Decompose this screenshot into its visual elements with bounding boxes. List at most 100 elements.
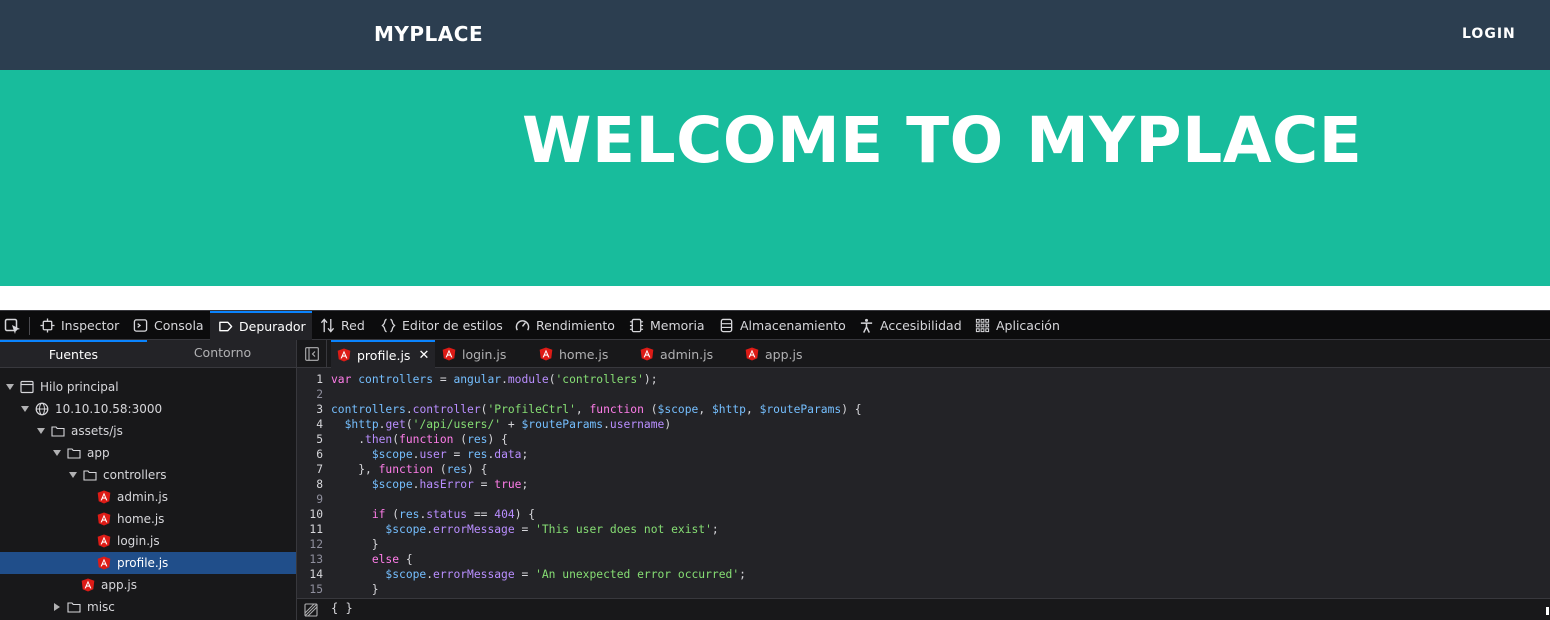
expand-arrow-icon[interactable]: [67, 469, 79, 481]
tree-node-controllers[interactable]: controllers: [0, 464, 296, 486]
code-line[interactable]: 5 .then(function (res) {: [297, 432, 1550, 447]
line-number[interactable]: 11: [297, 522, 323, 537]
code-token: (: [453, 433, 468, 446]
code-line[interactable]: 13 else {: [297, 552, 1550, 567]
file-tab-label: app.js: [765, 346, 803, 362]
code-line[interactable]: 8 $scope.hasError = true;: [297, 477, 1550, 492]
tab-inspector[interactable]: Inspector: [32, 311, 127, 340]
tree-node-assets-js[interactable]: assets/js: [0, 420, 296, 442]
line-number[interactable]: 2: [297, 387, 323, 402]
tree-node-misc[interactable]: misc: [0, 596, 296, 618]
code-line[interactable]: 12 }: [297, 537, 1550, 552]
code-text: }, function (res) {: [331, 462, 487, 477]
pretty-print-button[interactable]: { }: [331, 601, 353, 615]
hero-banner: WELCOME TO MYPLACE: [0, 70, 1550, 286]
line-number[interactable]: 1: [297, 372, 323, 387]
code-line[interactable]: 6 $scope.user = res.data;: [297, 447, 1550, 462]
line-number[interactable]: 7: [297, 462, 323, 477]
code-line[interactable]: 2: [297, 387, 1550, 402]
expand-arrow-icon[interactable]: [35, 425, 47, 437]
tab-outline[interactable]: Contorno: [149, 340, 296, 368]
element-picker-icon[interactable]: [4, 318, 22, 334]
tab-memory[interactable]: Memoria: [621, 311, 713, 340]
tab-performance[interactable]: Rendimiento: [507, 311, 623, 340]
line-number[interactable]: 12: [297, 537, 323, 552]
tree-node-main-thread[interactable]: Hilo principal: [0, 376, 296, 398]
tab-application[interactable]: Aplicación: [967, 311, 1068, 340]
tree-node-login-js[interactable]: login.js: [0, 530, 296, 552]
code-token: (: [548, 373, 556, 386]
tab-label: Inspector: [61, 318, 120, 333]
file-tab-home-js[interactable]: home.js: [533, 340, 614, 368]
code-line[interactable]: 9: [297, 492, 1550, 507]
code-token: ) {: [487, 433, 508, 446]
code-line[interactable]: 7 }, function (res) {: [297, 462, 1550, 477]
angular-file-icon: [442, 347, 456, 361]
tree-node-admin-js[interactable]: admin.js: [0, 486, 296, 508]
console-icon: [133, 319, 148, 332]
code-line[interactable]: 14 $scope.errorMessage = 'An unexpected …: [297, 567, 1550, 582]
line-number[interactable]: 3: [297, 402, 323, 417]
tree-node-profile-js[interactable]: profile.js: [0, 552, 296, 574]
tree-node-app[interactable]: app: [0, 442, 296, 464]
source-editor: profile.js ✕ login.js home.js admin.js a…: [297, 340, 1550, 620]
line-number[interactable]: 10: [297, 507, 323, 522]
collapse-arrow-icon[interactable]: [51, 601, 63, 613]
tab-storage[interactable]: Almacenamiento: [711, 311, 854, 340]
code-token: res: [446, 463, 468, 476]
code-token: res: [467, 448, 488, 461]
tab-debugger[interactable]: Depurador: [210, 311, 312, 340]
toggle-sidebar-icon[interactable]: [305, 347, 319, 361]
close-icon[interactable]: ✕: [418, 348, 429, 363]
line-number[interactable]: 13: [297, 552, 323, 567]
line-number[interactable]: 14: [297, 567, 323, 582]
tree-node-home-js[interactable]: home.js: [0, 508, 296, 530]
code-token: 404: [494, 508, 515, 521]
tab-accessibility[interactable]: Accesibilidad: [851, 311, 970, 340]
code-token: $scope: [371, 448, 413, 461]
expand-arrow-icon[interactable]: [19, 403, 31, 415]
line-number[interactable]: 4: [297, 417, 323, 432]
file-tab-login-js[interactable]: login.js: [436, 340, 512, 368]
tree-node-host[interactable]: 10.10.10.58:3000: [0, 398, 296, 420]
code-line[interactable]: 1 var controllers = angular.module('contr…: [297, 372, 1550, 387]
file-tab-admin-js[interactable]: admin.js: [634, 340, 719, 368]
brand-logo[interactable]: MYPLACE: [374, 22, 483, 46]
code-line[interactable]: 4 $http. get('/api/users/' + $routeParams…: [297, 417, 1550, 432]
code-token: =: [433, 373, 454, 386]
tab-network[interactable]: Red: [312, 311, 373, 340]
tab-style-editor[interactable]: Editor de estilos: [373, 311, 511, 340]
line-number[interactable]: 6: [297, 447, 323, 462]
tree-node-label: controllers: [103, 468, 167, 482]
tree-node-app-js[interactable]: app.js: [0, 574, 296, 596]
blackbox-icon[interactable]: [304, 603, 318, 617]
code-token: errorMessage: [433, 568, 515, 581]
tab-label: Almacenamiento: [740, 318, 846, 333]
login-link[interactable]: LOGIN: [1462, 26, 1516, 42]
code-view[interactable]: 1 var controllers = angular.module('contr…: [297, 372, 1550, 598]
code-token: true: [494, 478, 522, 491]
expand-arrow-icon[interactable]: [51, 447, 63, 459]
file-tab-label: admin.js: [660, 346, 714, 362]
line-number[interactable]: 8: [297, 477, 323, 492]
line-number[interactable]: 5: [297, 432, 323, 447]
devtools-panel: Inspector Consola Depurador Red Editor d…: [0, 310, 1550, 620]
tab-console[interactable]: Consola: [125, 311, 212, 340]
hero-title: WELCOME TO MYPLACE: [522, 104, 1363, 177]
code-token: $http: [344, 418, 379, 431]
expand-arrow-icon[interactable]: [4, 381, 16, 393]
code-line[interactable]: 3 controllers.controller ('ProfileCtrl', f…: [297, 402, 1550, 417]
tab-sources[interactable]: Fuentes: [0, 340, 147, 368]
line-number[interactable]: 15: [297, 582, 323, 597]
code-line[interactable]: 10 if (res.status == 404) {: [297, 507, 1550, 522]
code-line[interactable]: 11 $scope.errorMessage = 'This user does…: [297, 522, 1550, 537]
angular-file-icon: [640, 347, 654, 361]
code-token: .: [603, 418, 610, 431]
file-tab-profile-js[interactable]: profile.js ✕: [331, 340, 436, 368]
code-token: ;: [521, 478, 529, 491]
sources-sidebar: Fuentes Contorno Hilo principal 10.10.10…: [0, 340, 297, 620]
line-number[interactable]: 9: [297, 492, 323, 507]
code-token: status: [426, 508, 468, 521]
file-tab-app-js[interactable]: app.js: [739, 340, 809, 368]
code-line[interactable]: 15 }: [297, 582, 1550, 597]
